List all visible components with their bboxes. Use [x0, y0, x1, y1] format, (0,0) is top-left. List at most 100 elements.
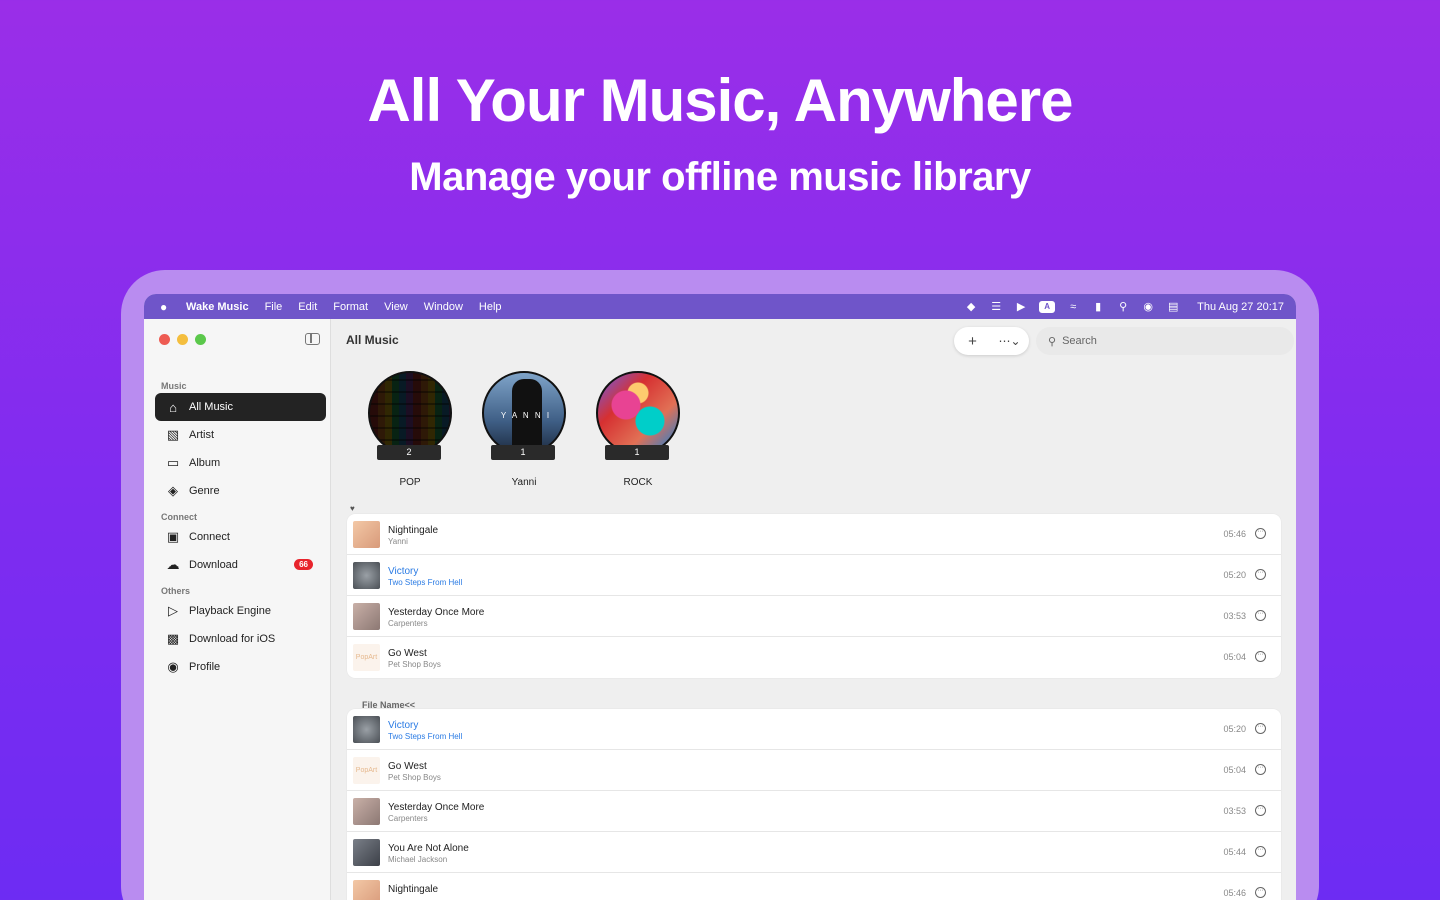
download-count-badge: 66 — [294, 559, 313, 570]
add-button[interactable]: + — [954, 333, 991, 350]
sidebar-item-download[interactable]: ☁ Download 66 — [155, 551, 326, 579]
genre-card-yanni[interactable]: Y A N N I 1 Yanni — [479, 371, 569, 488]
menu-clock[interactable]: Thu Aug 27 20:17 — [1197, 301, 1284, 313]
sidebar-item-all-music[interactable]: ⌂ All Music — [155, 393, 326, 421]
page-title: All Music — [346, 333, 399, 347]
sidebar-item-connect[interactable]: ▣ Connect — [155, 523, 326, 551]
more-icon[interactable]: ⋯ — [1255, 651, 1266, 662]
track-artist: Yanni — [388, 537, 408, 546]
sidebar-item-label: Album — [189, 457, 221, 469]
track-duration: 05:04 — [1223, 652, 1246, 662]
list-item[interactable]: Victory Two Steps From Hell 05:20 ⋯ — [347, 555, 1281, 596]
more-icon[interactable]: ⋯ — [1255, 764, 1266, 775]
apple-logo-icon[interactable]: ● — [160, 300, 172, 314]
genre-artwork — [596, 371, 680, 455]
control-center-icon[interactable]: ▤ — [1166, 300, 1180, 313]
menu-bar: ● Wake Music File Edit Format View Windo… — [144, 294, 1296, 319]
section-others: Others — [161, 586, 191, 596]
sidebar-item-label: Connect — [189, 531, 230, 543]
siri-icon[interactable]: ◉ — [1141, 300, 1155, 313]
more-icon[interactable]: ⋯ — [1255, 569, 1266, 580]
track-artwork — [353, 716, 380, 743]
genre-card-rock[interactable]: 1 ROCK — [593, 371, 683, 488]
list-item[interactable]: PopArt Go West Pet Shop Boys 05:04 ⋯ — [347, 637, 1281, 678]
cat-icon[interactable]: ◆ — [964, 300, 978, 313]
spotlight-search-icon[interactable]: ⚲ — [1116, 300, 1130, 313]
track-duration: 05:46 — [1223, 888, 1246, 898]
more-icon[interactable]: ⋯ — [1255, 805, 1266, 816]
sidebar-item-playback-engine[interactable]: ▷ Playback Engine — [155, 597, 326, 625]
cloud-download-icon: ☁ — [166, 557, 180, 572]
sidebar-item-label: Download for iOS — [189, 633, 276, 645]
track-artist: Pet Shop Boys — [388, 660, 441, 669]
close-window-button[interactable] — [159, 334, 170, 345]
sidebar-item-genre[interactable]: ◈ Genre — [155, 477, 326, 505]
sidebar-item-label: Playback Engine — [189, 605, 271, 617]
heart-icon: ♥ — [350, 504, 355, 513]
play-rect-icon: ▷ — [168, 603, 178, 618]
more-icon[interactable]: ⋯ — [1255, 528, 1266, 539]
minimize-window-button[interactable] — [177, 334, 188, 345]
menu-edit[interactable]: Edit — [298, 301, 317, 313]
files-list: Victory Two Steps From Hell 05:20 ⋯ PopA… — [347, 709, 1281, 900]
genre-count: 2 — [377, 445, 441, 460]
sidebar-item-album[interactable]: ▭ Album — [155, 449, 326, 477]
keyboard-input-icon[interactable]: A — [1039, 300, 1056, 313]
track-artwork: PopArt — [353, 644, 380, 671]
list-item[interactable]: Victory Two Steps From Hell 05:20 ⋯ — [347, 709, 1281, 750]
list-item[interactable]: Yesterday Once More Carpenters 03:53 ⋯ — [347, 791, 1281, 832]
track-artwork — [353, 798, 380, 825]
genre-name: ROCK — [623, 477, 653, 488]
list-item[interactable]: Nightingale Yanni 05:46 ⋯ — [347, 514, 1281, 555]
menu-file[interactable]: File — [265, 301, 283, 313]
fork-knife-icon[interactable]: ☰ — [989, 300, 1003, 313]
track-title: Yesterday Once More — [388, 802, 485, 813]
favorites-list: Nightingale Yanni 05:46 ⋯ Victory Two St… — [347, 514, 1281, 678]
track-title: You Are Not Alone — [388, 843, 469, 854]
person-icon: ▧ — [166, 427, 180, 442]
list-item[interactable]: You Are Not Alone Michael Jackson 05:44 … — [347, 832, 1281, 873]
sidebar-item-download-ios[interactable]: ▩ Download for iOS — [155, 625, 326, 653]
sidebar-item-label: All Music — [189, 401, 234, 413]
play-circle-icon[interactable]: ▶ — [1014, 300, 1028, 313]
track-artwork — [353, 521, 380, 548]
search-field[interactable]: ⚲ — [1036, 327, 1294, 355]
track-artwork — [353, 562, 380, 589]
track-duration: 05:04 — [1223, 765, 1246, 775]
sidebar-item-label: Profile — [189, 661, 221, 673]
more-icon[interactable]: ⋯ — [1255, 723, 1266, 734]
track-duration: 05:46 — [1223, 529, 1246, 539]
car-icon: ▣ — [166, 529, 180, 544]
house-icon: ⌂ — [169, 399, 177, 415]
list-item[interactable]: PopArt Go West Pet Shop Boys 05:04 ⋯ — [347, 750, 1281, 791]
window-controls — [159, 334, 213, 345]
more-icon[interactable]: ⋯ — [1255, 610, 1266, 621]
menu-view[interactable]: View — [384, 301, 408, 313]
sidebar-toggle-icon[interactable] — [305, 333, 320, 345]
track-duration: 05:44 — [1223, 847, 1246, 857]
zoom-window-button[interactable] — [195, 334, 206, 345]
genre-card-pop[interactable]: 2 POP — [365, 371, 455, 488]
wifi-icon[interactable]: ≈ — [1066, 301, 1080, 313]
list-item[interactable]: Yesterday Once More Carpenters 03:53 ⋯ — [347, 596, 1281, 637]
track-artist: Carpenters — [388, 814, 428, 823]
menu-window[interactable]: Window — [424, 301, 463, 313]
battery-icon[interactable]: ▮ — [1091, 300, 1105, 313]
sidebar-item-artist[interactable]: ▧ Artist — [155, 421, 326, 449]
sidebar-item-profile[interactable]: ◉ Profile — [155, 653, 326, 681]
search-input[interactable] — [1062, 335, 1263, 347]
track-title: Nightingale — [388, 525, 439, 536]
hero-title: All Your Music, Anywhere — [367, 67, 1073, 134]
section-connect: Connect — [161, 512, 197, 522]
menu-app-name[interactable]: Wake Music — [186, 301, 249, 313]
track-artist: Two Steps From Hell — [388, 578, 463, 587]
list-item[interactable]: Nightingale 05:46 ⋯ — [347, 873, 1281, 900]
person-circle-icon: ◉ — [167, 659, 179, 674]
menu-help[interactable]: Help — [479, 301, 502, 313]
genre-count: 1 — [491, 445, 555, 460]
more-icon[interactable]: ⋯ — [1255, 887, 1266, 898]
menu-format[interactable]: Format — [333, 301, 368, 313]
more-icon[interactable]: ⋯ — [1255, 846, 1266, 857]
more-options-button[interactable]: ⋯⌄ — [991, 334, 1028, 348]
section-music: Music — [161, 381, 187, 391]
